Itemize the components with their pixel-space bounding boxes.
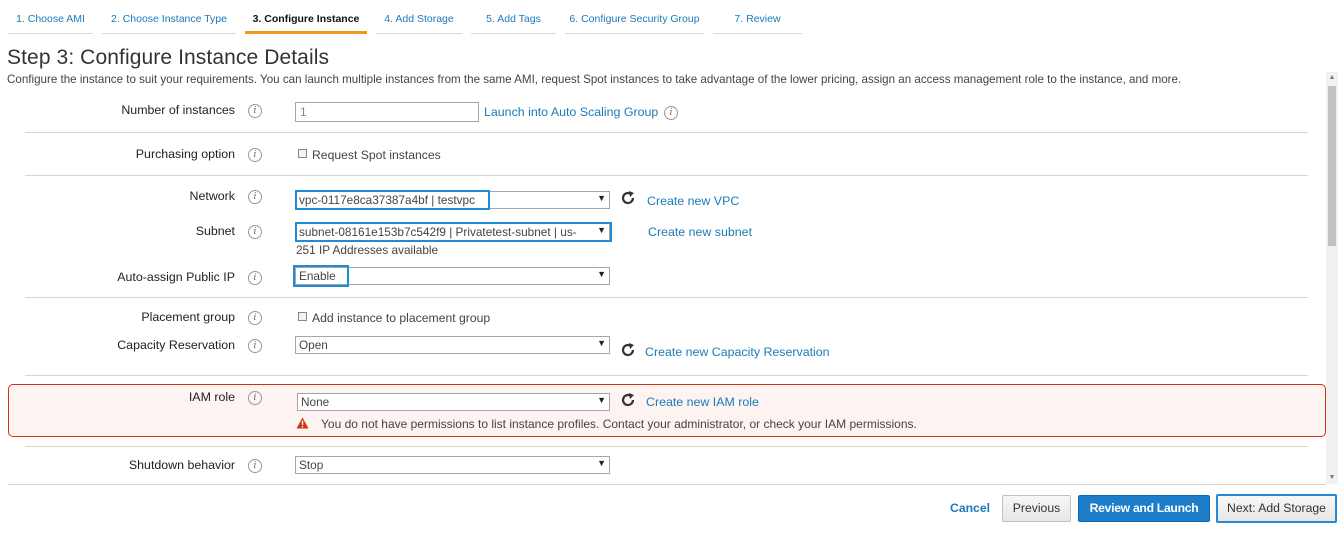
subnet-select[interactable]: subnet-08161e153b7c542f9 | Privatetest-s… bbox=[295, 223, 610, 241]
ip-addresses-available: 251 IP Addresses available bbox=[296, 243, 439, 257]
info-icon[interactable]: i bbox=[248, 459, 262, 473]
capacity-reservation-select[interactable]: Open ▼ bbox=[295, 336, 610, 354]
request-spot-checkbox[interactable] bbox=[298, 149, 307, 158]
auto-assign-ip-label: Auto-assign Public IP bbox=[117, 270, 235, 284]
number-of-instances-input[interactable]: 1 bbox=[295, 102, 479, 122]
tab-configure-security-group[interactable]: 6. Configure Security Group bbox=[565, 0, 704, 34]
divider bbox=[25, 175, 1308, 176]
tab-choose-instance-type[interactable]: 2. Choose Instance Type bbox=[102, 0, 236, 34]
auto-assign-ip-value: Enable bbox=[299, 269, 336, 283]
chevron-down-icon: ▼ bbox=[597, 225, 606, 235]
info-icon[interactable]: i bbox=[248, 148, 262, 162]
subnet-label: Subnet bbox=[195, 224, 235, 238]
instance-details-form: Number of instances i 1 Launch into Auto… bbox=[8, 90, 1326, 486]
info-icon[interactable]: i bbox=[248, 339, 262, 353]
capacity-reservation-value: Open bbox=[299, 338, 328, 352]
launch-auto-scaling-link[interactable]: Launch into Auto Scaling Group bbox=[484, 105, 658, 119]
info-icon[interactable]: i bbox=[664, 106, 678, 120]
network-label: Network bbox=[189, 189, 235, 203]
shutdown-behavior-label: Shutdown behavior bbox=[128, 458, 235, 472]
auto-assign-ip-select[interactable]: Enable ▼ bbox=[295, 267, 610, 285]
number-of-instances-label: Number of instances bbox=[121, 103, 235, 117]
info-icon[interactable]: i bbox=[248, 271, 262, 285]
chevron-down-icon: ▼ bbox=[597, 458, 606, 468]
info-icon[interactable]: i bbox=[248, 190, 262, 204]
chevron-down-icon: ▼ bbox=[597, 193, 606, 203]
cancel-button[interactable]: Cancel bbox=[944, 495, 996, 522]
divider bbox=[25, 446, 1308, 447]
tab-choose-ami[interactable]: 1. Choose AMI bbox=[8, 0, 93, 34]
form-scrollbar[interactable]: ▲ ▼ bbox=[1326, 72, 1338, 484]
page-title: Step 3: Configure Instance Details bbox=[7, 46, 330, 69]
tab-add-tags[interactable]: 5. Add Tags bbox=[471, 0, 556, 34]
warning-icon bbox=[296, 417, 309, 429]
divider bbox=[25, 297, 1308, 298]
request-spot-label: Request Spot instances bbox=[312, 148, 441, 162]
refresh-icon[interactable] bbox=[620, 392, 636, 408]
placement-group-label: Placement group bbox=[141, 310, 235, 324]
placement-group-checkbox-label: Add instance to placement group bbox=[312, 311, 491, 325]
refresh-icon[interactable] bbox=[620, 190, 636, 206]
divider bbox=[25, 375, 1308, 376]
placement-group-checkbox[interactable] bbox=[298, 312, 307, 321]
capacity-reservation-label: Capacity Reservation bbox=[117, 338, 235, 352]
network-select[interactable]: vpc-0117e8ca37387a4bf | testvpc ▼ bbox=[295, 191, 610, 209]
iam-role-error-message: You do not have permissions to list inst… bbox=[321, 417, 917, 431]
create-new-vpc-link[interactable]: Create new VPC bbox=[647, 194, 739, 208]
previous-button[interactable]: Previous bbox=[1002, 495, 1071, 522]
subnet-select-value: subnet-08161e153b7c542f9 | Privatetest-s… bbox=[299, 225, 577, 239]
tab-configure-instance[interactable]: 3. Configure Instance bbox=[245, 0, 367, 34]
review-and-launch-button[interactable]: Review and Launch bbox=[1078, 495, 1210, 522]
shutdown-behavior-select[interactable]: Stop ▼ bbox=[295, 456, 610, 474]
info-icon[interactable]: i bbox=[248, 104, 262, 118]
chevron-down-icon: ▼ bbox=[597, 269, 606, 279]
scroll-up-icon[interactable]: ▲ bbox=[1326, 72, 1338, 84]
page-description: Configure the instance to suit your requ… bbox=[7, 73, 1182, 86]
info-icon[interactable]: i bbox=[248, 311, 262, 325]
iam-role-label: IAM role bbox=[188, 390, 235, 404]
divider bbox=[25, 132, 1308, 133]
divider bbox=[8, 484, 1326, 485]
info-icon[interactable]: i bbox=[248, 391, 262, 405]
create-new-subnet-link[interactable]: Create new subnet bbox=[648, 225, 752, 239]
scroll-thumb[interactable] bbox=[1328, 86, 1336, 246]
create-new-capacity-reservation-link[interactable]: Create new Capacity Reservation bbox=[645, 345, 830, 359]
chevron-down-icon: ▼ bbox=[597, 338, 606, 348]
purchasing-option-label: Purchasing option bbox=[135, 147, 235, 161]
create-new-iam-role-link[interactable]: Create new IAM role bbox=[646, 395, 759, 409]
chevron-down-icon: ▼ bbox=[597, 395, 606, 405]
iam-role-value: None bbox=[301, 395, 330, 409]
next-add-storage-button[interactable]: Next: Add Storage bbox=[1216, 494, 1337, 523]
wizard-tabs: 1. Choose AMI 2. Choose Instance Type 3.… bbox=[8, 0, 811, 34]
shutdown-behavior-value: Stop bbox=[299, 458, 324, 472]
tab-review[interactable]: 7. Review bbox=[713, 0, 802, 34]
network-select-value: vpc-0117e8ca37387a4bf | testvpc bbox=[299, 193, 475, 207]
tab-add-storage[interactable]: 4. Add Storage bbox=[376, 0, 462, 34]
scroll-down-icon[interactable]: ▼ bbox=[1326, 472, 1338, 484]
refresh-icon[interactable] bbox=[620, 342, 636, 358]
iam-role-select[interactable]: None ▼ bbox=[297, 393, 610, 411]
info-icon[interactable]: i bbox=[248, 225, 262, 239]
